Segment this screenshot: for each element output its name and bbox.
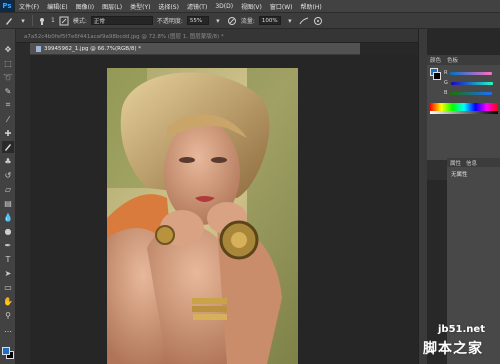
flow-field[interactable]: 100% [258, 16, 281, 25]
panel-gutter [16, 43, 30, 364]
blur-tool-icon[interactable]: 💧 [2, 211, 14, 223]
menu-bar: Ps 文件(F) 编辑(E) 图像(I) 图层(L) 类型(Y) 选择(S) 滤… [0, 0, 500, 12]
brush-tool-icon[interactable] [4, 16, 14, 26]
document-tab-active[interactable]: 39945962_1.jpg @ 66.7%(RGB/8) * [30, 43, 360, 55]
collapsed-panel-strip[interactable] [418, 29, 427, 364]
menu-help[interactable]: 帮助(H) [297, 2, 326, 11]
pressure-opacity-icon[interactable] [227, 16, 237, 26]
quick-select-tool-icon[interactable]: ✎ [2, 85, 14, 97]
brush-tool-icon[interactable] [2, 141, 14, 153]
menu-type[interactable]: 类型(Y) [126, 2, 154, 11]
document-tab-title: a7a52c4b0fef5f7e6f441acaf9a98bcdd.jpg @ … [24, 33, 224, 40]
crop-tool-icon[interactable]: ⌗ [2, 99, 14, 111]
gradient-tool-icon[interactable]: ▤ [2, 197, 14, 209]
move-tool-icon[interactable]: ✥ [2, 43, 14, 55]
menu-image[interactable]: 图像(I) [72, 2, 98, 11]
slider-b[interactable]: B [444, 90, 498, 96]
history-brush-tool-icon[interactable]: ↺ [2, 169, 14, 181]
chevron-down-icon[interactable]: ▾ [213, 16, 223, 26]
slider-r-label: R [444, 70, 448, 76]
watermark-name: 脚本之家 [423, 341, 483, 357]
pen-tool-icon[interactable]: ✒ [2, 239, 14, 251]
tab-properties[interactable]: 属性 [450, 159, 461, 167]
photoshop-logo: Ps [0, 0, 15, 12]
slider-r[interactable]: R [444, 70, 498, 76]
mode-value: 正常 [93, 18, 105, 25]
color-spectrum[interactable] [430, 103, 498, 111]
menu-select[interactable]: 选择(S) [154, 2, 183, 11]
flow-label: 流量: [240, 18, 255, 25]
shape-tool-icon[interactable]: ▭ [2, 281, 14, 293]
properties-empty-label: 无属性 [451, 172, 468, 178]
slider-b-track[interactable] [450, 91, 493, 95]
opacity-value: 55% [189, 17, 203, 24]
brush-size-value: 1 [51, 17, 55, 24]
menu-view[interactable]: 视图(V) [237, 2, 266, 11]
options-bar: ▾ 1 模式: 正常 不透明度: 55% ▾ 流量: 100% ▾ [0, 12, 500, 29]
hand-tool-icon[interactable]: ✋ [2, 295, 14, 307]
brush-panel-icon[interactable] [59, 16, 69, 26]
properties-panel-tabs: 属性 信息 [447, 158, 500, 167]
zoom-tool-icon[interactable]: ⚲ [2, 309, 14, 321]
eraser-tool-icon[interactable]: ▱ [2, 183, 14, 195]
chevron-down-icon[interactable]: ▾ [285, 16, 295, 26]
mode-select[interactable]: 正常 [90, 16, 153, 25]
type-tool-icon[interactable]: T [2, 253, 14, 265]
document-photo[interactable] [107, 68, 298, 364]
grayscale-ramp[interactable] [430, 111, 498, 114]
document-icon [36, 45, 41, 52]
marquee-tool-icon[interactable]: ⬚ [2, 57, 14, 69]
menu-3d[interactable]: 3D(D) [211, 3, 237, 10]
menu-filter[interactable]: 滤镜(T) [183, 2, 211, 11]
tab-swatches[interactable]: 色板 [447, 56, 458, 64]
flow-value: 100% [261, 17, 278, 24]
watermark-url: jb51.net [438, 324, 485, 335]
menu-window[interactable]: 窗口(W) [266, 2, 297, 11]
document-tab-inactive[interactable]: a7a52c4b0fef5f7e6f441acaf9a98bcdd.jpg @ … [16, 29, 418, 43]
slider-g[interactable]: G [444, 80, 498, 86]
tab-color[interactable]: 颜色 [430, 56, 441, 64]
tab-info[interactable]: 信息 [466, 159, 477, 167]
slider-g-label: G [444, 80, 448, 86]
opacity-field[interactable]: 55% [186, 16, 209, 25]
divider [32, 15, 33, 26]
eyedropper-tool-icon[interactable]: ⁄ [2, 113, 14, 125]
menu-edit[interactable]: 编辑(E) [43, 2, 71, 11]
tools-panel: ✥ ⬚ ➰ ✎ ⌗ ⁄ ✚ ♣ ↺ ▱ ▤ 💧 ● ✒ T ➤ ▭ ✋ ⚲ … [0, 29, 16, 364]
slider-r-track[interactable] [450, 71, 493, 75]
airbrush-icon[interactable] [299, 16, 309, 26]
pressure-size-icon[interactable] [313, 16, 323, 26]
mode-label: 模式: [72, 18, 87, 25]
slider-b-label: B [444, 90, 448, 96]
chevron-down-icon[interactable]: ▾ [18, 16, 28, 26]
color-panel-tabs: 颜色 色板 [427, 55, 500, 65]
document-tab-title: 39945962_1.jpg @ 66.7%(RGB/8) * [44, 45, 141, 52]
menu-file[interactable]: 文件(F) [15, 2, 43, 11]
more-tools-icon[interactable]: … [2, 323, 14, 335]
dodge-tool-icon[interactable]: ● [2, 225, 14, 237]
panel-background-swatch[interactable] [433, 72, 441, 80]
path-select-tool-icon[interactable]: ➤ [2, 267, 14, 279]
clone-stamp-tool-icon[interactable]: ♣ [2, 155, 14, 167]
lasso-tool-icon[interactable]: ➰ [2, 71, 14, 83]
brush-preset-icon[interactable] [37, 16, 47, 26]
menu-layer[interactable]: 图层(L) [98, 2, 126, 11]
foreground-color-swatch[interactable] [2, 347, 10, 355]
healing-brush-tool-icon[interactable]: ✚ [2, 127, 14, 139]
slider-g-track[interactable] [450, 81, 493, 85]
opacity-label: 不透明度: [156, 18, 183, 25]
